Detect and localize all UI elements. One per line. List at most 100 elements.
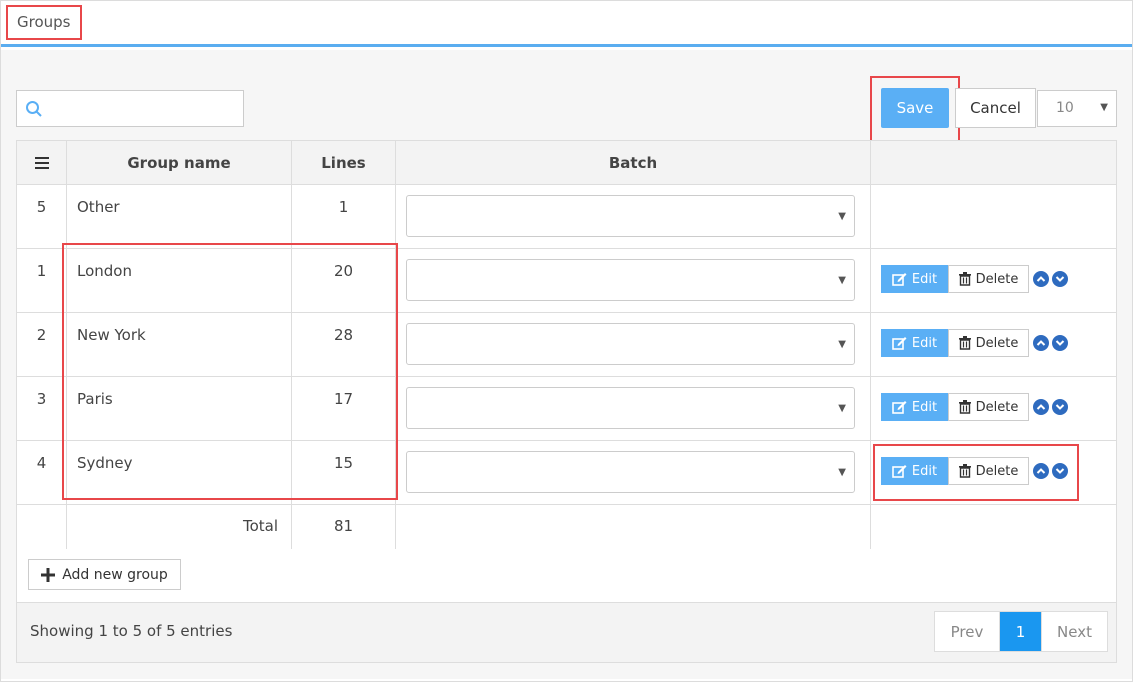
row-lines: 28 bbox=[292, 313, 396, 376]
delete-button[interactable]: Delete bbox=[948, 329, 1029, 357]
entries-info: Showing 1 to 5 of 5 entries bbox=[30, 622, 233, 640]
move-down-icon[interactable] bbox=[1052, 271, 1068, 287]
edit-icon bbox=[892, 465, 907, 478]
move-up-icon[interactable] bbox=[1033, 271, 1049, 287]
search-box[interactable] bbox=[16, 90, 244, 127]
move-down-icon[interactable] bbox=[1052, 463, 1068, 479]
plus-icon bbox=[41, 567, 56, 582]
move-up-icon[interactable] bbox=[1033, 463, 1049, 479]
row-batch-cell: ▼ bbox=[396, 185, 871, 248]
row-group-name: Paris bbox=[67, 377, 292, 440]
move-up-icon[interactable] bbox=[1033, 399, 1049, 415]
total-batch-cell bbox=[396, 505, 871, 549]
delete-button[interactable]: Delete bbox=[948, 457, 1029, 485]
row-batch-cell: ▼ bbox=[396, 249, 871, 312]
table-row: 2 New York 28 ▼ Edit Delete bbox=[17, 313, 1116, 377]
table-row: 4 Sydney 15 ▼ Edit Delete bbox=[17, 441, 1116, 505]
column-header-actions bbox=[871, 141, 1116, 184]
page-size-select[interactable]: 10 ▼ bbox=[1037, 90, 1117, 127]
column-header-batch: Batch bbox=[396, 141, 871, 184]
add-group-button[interactable]: Add new group bbox=[28, 559, 181, 590]
table-header-row: Group name Lines Batch bbox=[17, 141, 1116, 185]
next-page-button[interactable]: Next bbox=[1041, 612, 1107, 651]
column-header-group-name: Group name bbox=[67, 141, 292, 184]
edit-button[interactable]: Edit bbox=[881, 457, 948, 485]
add-group-label: Add new group bbox=[62, 566, 168, 583]
row-actions: Edit Delete bbox=[871, 313, 1116, 376]
edit-button[interactable]: Edit bbox=[881, 265, 948, 293]
move-down-icon[interactable] bbox=[1052, 399, 1068, 415]
search-input[interactable] bbox=[53, 91, 239, 126]
page-size-value: 10 bbox=[1056, 100, 1074, 116]
edit-label: Edit bbox=[911, 335, 938, 351]
delete-label: Delete bbox=[975, 399, 1019, 415]
row-lines: 1 bbox=[292, 185, 396, 248]
table-row: 3 Paris 17 ▼ Edit Delete bbox=[17, 377, 1116, 441]
table-row: 5 Other 1 ▼ bbox=[17, 185, 1116, 249]
trash-icon bbox=[958, 464, 971, 478]
total-actions-cell bbox=[871, 505, 1116, 549]
total-value: 81 bbox=[292, 505, 396, 549]
table-total-row: Total 81 bbox=[17, 505, 1116, 549]
move-down-icon[interactable] bbox=[1052, 335, 1068, 351]
caret-down-icon: ▼ bbox=[838, 403, 846, 414]
add-group-area: Add new group bbox=[16, 549, 1117, 603]
column-header-menu[interactable] bbox=[17, 141, 67, 184]
row-actions: Edit Delete bbox=[871, 249, 1116, 312]
move-up-icon[interactable] bbox=[1033, 335, 1049, 351]
row-lines: 17 bbox=[292, 377, 396, 440]
pagination: Prev 1 Next bbox=[934, 611, 1108, 652]
batch-select[interactable]: ▼ bbox=[406, 259, 855, 301]
edit-label: Edit bbox=[911, 463, 938, 479]
trash-icon bbox=[958, 272, 971, 286]
trash-icon bbox=[958, 400, 971, 414]
row-order: 3 bbox=[17, 377, 67, 440]
row-actions: Edit Delete bbox=[871, 377, 1116, 440]
row-order: 4 bbox=[17, 441, 67, 504]
edit-icon bbox=[892, 337, 907, 350]
total-spacer bbox=[17, 505, 67, 549]
title-bar: Groups bbox=[1, 1, 1132, 47]
row-lines: 20 bbox=[292, 249, 396, 312]
search-icon bbox=[26, 101, 42, 117]
batch-select[interactable]: ▼ bbox=[406, 323, 855, 365]
delete-button[interactable]: Delete bbox=[948, 393, 1029, 421]
table-footer: Showing 1 to 5 of 5 entries Prev 1 Next bbox=[16, 602, 1117, 663]
caret-down-icon: ▼ bbox=[838, 211, 846, 222]
delete-button[interactable]: Delete bbox=[948, 265, 1029, 293]
row-group-name: London bbox=[67, 249, 292, 312]
row-batch-cell: ▼ bbox=[396, 313, 871, 376]
delete-label: Delete bbox=[975, 271, 1019, 287]
caret-down-icon: ▼ bbox=[838, 467, 846, 478]
edit-icon bbox=[892, 401, 907, 414]
edit-label: Edit bbox=[911, 399, 938, 415]
prev-page-button[interactable]: Prev bbox=[935, 612, 1000, 651]
batch-select[interactable]: ▼ bbox=[406, 451, 855, 493]
edit-label: Edit bbox=[911, 271, 938, 287]
row-order: 2 bbox=[17, 313, 67, 376]
cancel-button[interactable]: Cancel bbox=[955, 88, 1036, 128]
batch-select[interactable]: ▼ bbox=[406, 387, 855, 429]
row-batch-cell: ▼ bbox=[396, 441, 871, 504]
row-group-name: Sydney bbox=[67, 441, 292, 504]
row-group-name: New York bbox=[67, 313, 292, 376]
edit-button[interactable]: Edit bbox=[881, 329, 948, 357]
row-actions: Edit Delete bbox=[871, 441, 1116, 504]
batch-select[interactable]: ▼ bbox=[406, 195, 855, 237]
caret-down-icon: ▼ bbox=[838, 275, 846, 286]
groups-table: Group name Lines Batch 5 Other 1 ▼ 1 Lon… bbox=[16, 140, 1117, 550]
caret-down-icon: ▼ bbox=[1100, 102, 1108, 113]
row-order: 1 bbox=[17, 249, 67, 312]
page-1-button[interactable]: 1 bbox=[1000, 612, 1041, 651]
edit-icon bbox=[892, 273, 907, 286]
row-order: 5 bbox=[17, 185, 67, 248]
edit-button[interactable]: Edit bbox=[881, 393, 948, 421]
table-row: 1 London 20 ▼ Edit Delete bbox=[17, 249, 1116, 313]
trash-icon bbox=[958, 336, 971, 350]
list-icon bbox=[34, 156, 49, 169]
delete-label: Delete bbox=[975, 463, 1019, 479]
row-lines: 15 bbox=[292, 441, 396, 504]
delete-label: Delete bbox=[975, 335, 1019, 351]
caret-down-icon: ▼ bbox=[838, 339, 846, 350]
save-button[interactable]: Save bbox=[881, 88, 949, 128]
